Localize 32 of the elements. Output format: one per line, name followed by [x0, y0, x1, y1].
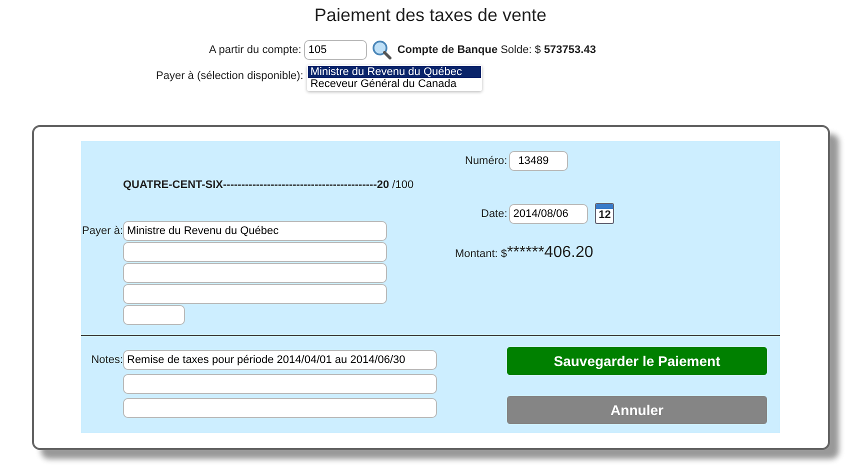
address-field[interactable]	[123, 263, 387, 283]
amount-in-words: QUATRE-CENT-SIX------------------------------------------20 /100	[123, 179, 415, 191]
address-field[interactable]	[123, 242, 387, 262]
number-field[interactable]: 13489	[509, 151, 568, 171]
address-field[interactable]	[123, 284, 387, 304]
field-label: Montant:	[455, 248, 498, 260]
date-field[interactable]: 2014/08/06	[509, 204, 588, 224]
address-field[interactable]: Ministre du Revenu du Québec	[123, 221, 387, 241]
listbox-option[interactable]: Receveur Général du Canada	[308, 78, 482, 90]
page-title: Paiement des taxes de vente	[313, 4, 548, 27]
notes-field[interactable]	[123, 398, 437, 418]
field-label: Date:	[481, 208, 508, 220]
payee-listbox[interactable]: Ministre du Revenu du Québec Receveur Général du Canada	[307, 65, 482, 91]
currency-sign: $	[500, 248, 507, 260]
account-field[interactable]: 105	[304, 40, 368, 60]
notes-field[interactable]	[123, 374, 437, 394]
calendar-icon[interactable]: 12	[595, 203, 614, 224]
search-icon[interactable]	[372, 40, 392, 60]
balance-value: 573753.43	[544, 44, 596, 56]
notes-field[interactable]: Remise de taxes pour période 2014/04/01 au 2014/06/30	[123, 350, 437, 370]
amount-value: ******406.20	[506, 244, 594, 262]
save-button[interactable]: Sauvegarder le Paiement	[507, 347, 767, 375]
field-label: Notes:	[90, 353, 123, 366]
address-field[interactable]	[123, 305, 185, 325]
cancel-button[interactable]: Annuler	[507, 396, 767, 424]
field-label: Numéro:	[465, 155, 508, 167]
field-label: Payer à (sélection disponible):	[156, 70, 304, 82]
account-name: Compte de Banque	[397, 44, 498, 56]
field-label: A partir du compte:	[209, 44, 302, 56]
field-label: Payer à:	[81, 224, 123, 237]
listbox-option[interactable]: Ministre du Revenu du Québec	[308, 66, 482, 78]
balance-label: Solde: $	[500, 44, 541, 56]
